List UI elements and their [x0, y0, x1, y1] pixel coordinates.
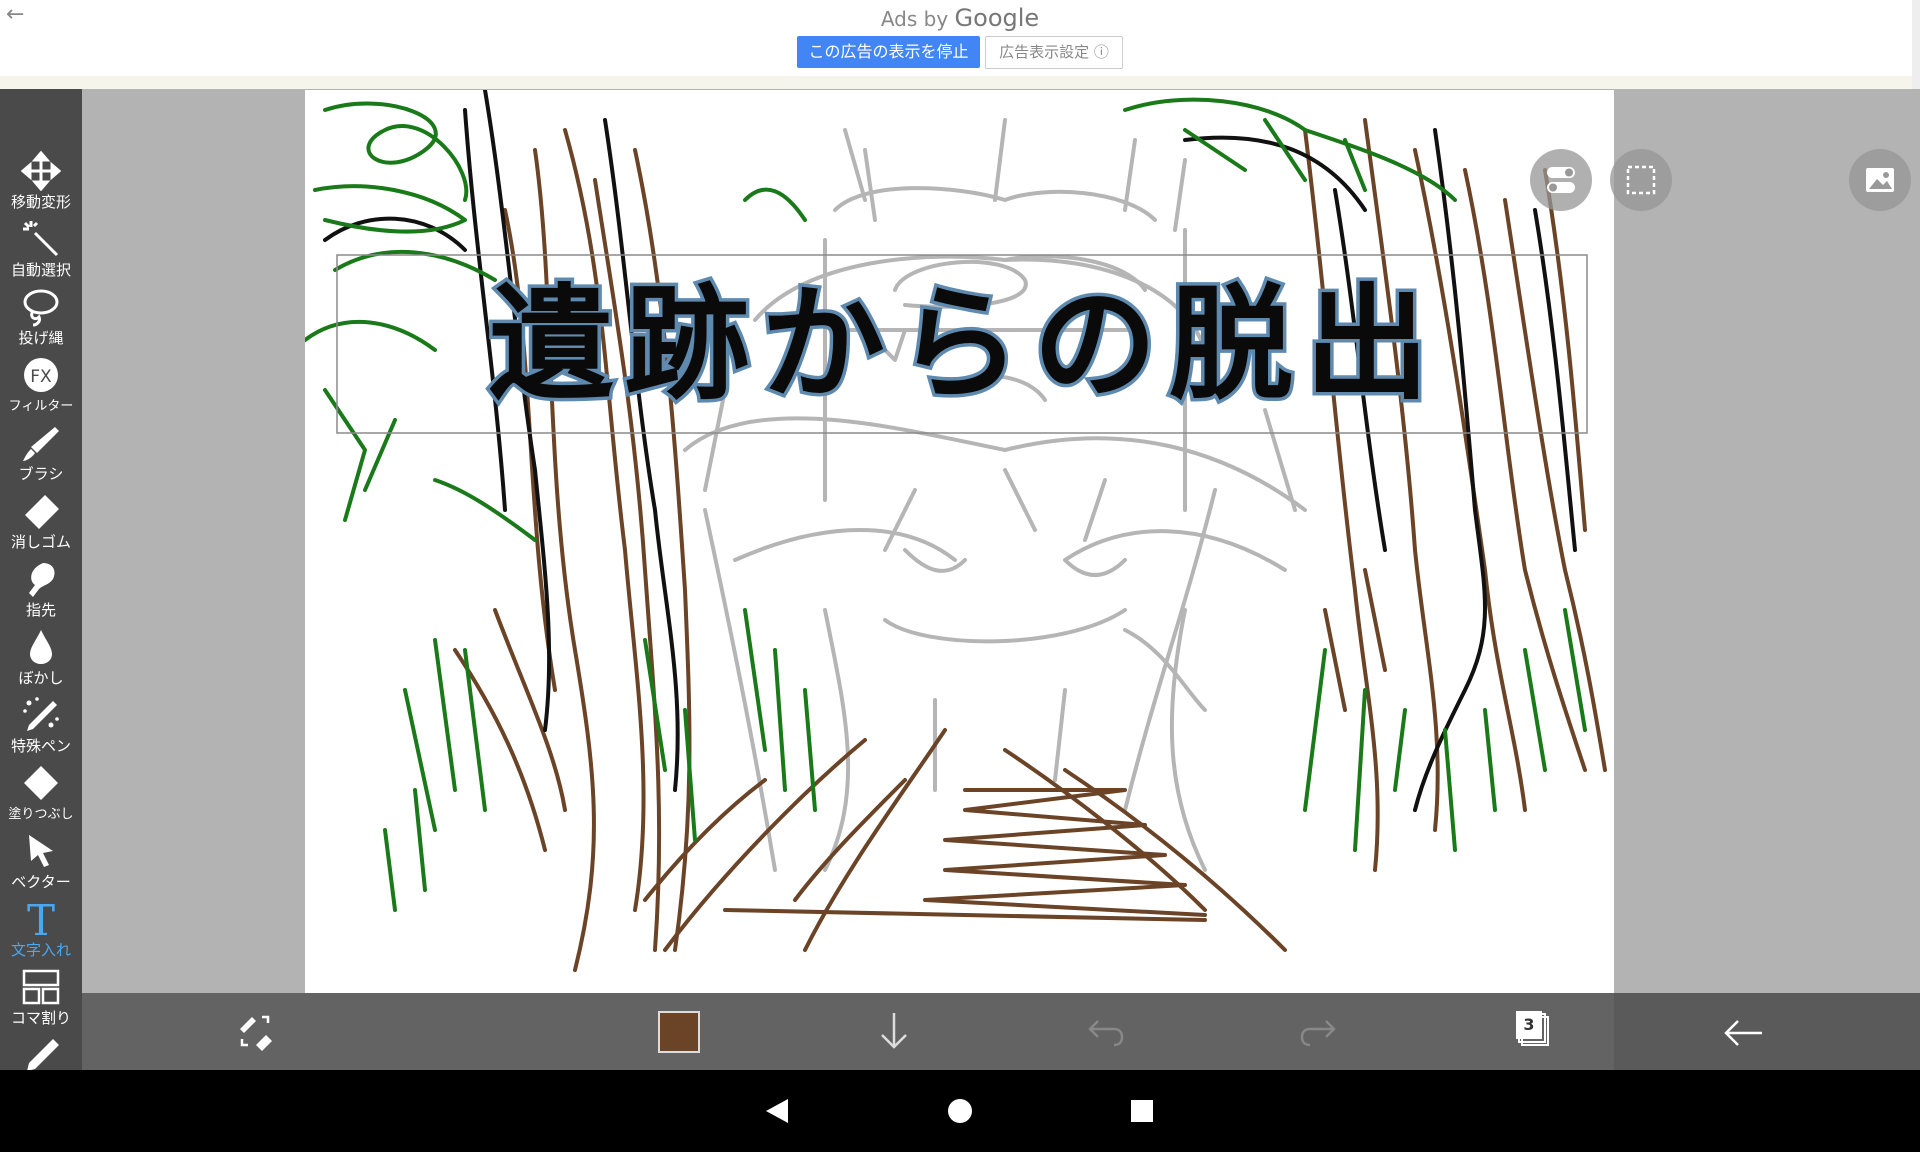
right-back-panel [1614, 993, 1920, 1070]
green-strokes [305, 97, 1587, 912]
special-pen-icon [23, 697, 59, 731]
tool-eyedropper[interactable] [0, 1029, 82, 1070]
eyedropper-icon [27, 1039, 59, 1070]
dashed-selection-icon [1626, 165, 1656, 195]
svg-text:T: T [27, 899, 55, 939]
arrow-down-icon [881, 1013, 907, 1049]
stop-ad-button[interactable]: この広告の表示を停止 [797, 36, 980, 68]
image-reference-button[interactable] [1849, 149, 1911, 211]
tool-label: 消しゴム [10, 533, 71, 551]
tool-label: ベクター [11, 873, 71, 891]
redo-button[interactable] [1288, 993, 1348, 1070]
current-color-swatch[interactable] [658, 1011, 700, 1053]
blur-drop-icon [30, 630, 52, 664]
svg-text:FX: FX [30, 367, 52, 387]
tool-special-pen[interactable]: 特殊ペン [0, 689, 82, 757]
tool-fill[interactable]: 塗りつぶし [0, 757, 82, 825]
canvas-title-text[interactable]: 遺跡からの脱出 [365, 270, 1565, 421]
tool-label: 投げ縄 [18, 329, 64, 347]
fill-bucket-icon [24, 766, 58, 800]
toggle-icon [1547, 167, 1575, 193]
tool-label: 移動変形 [10, 193, 71, 211]
nav-home-icon[interactable] [947, 1098, 973, 1124]
drawing-canvas[interactable]: 遺跡からの脱出 [305, 90, 1614, 993]
ads-by-google: Ads by Google [0, 4, 1920, 32]
tool-blur[interactable]: ぼかし [0, 621, 82, 689]
tool-vector[interactable]: ベクター [0, 825, 82, 893]
tool-label: 自動選択 [10, 261, 71, 279]
finger-smudge-icon [29, 563, 55, 597]
arrow-left-icon [1724, 1020, 1762, 1046]
ads-by-label: Ads by [880, 7, 949, 31]
tool-panel-layout[interactable]: コマ割り [0, 961, 82, 1029]
tool-text[interactable]: T 文字入れ [0, 893, 82, 961]
tool-brush[interactable]: ブラシ [0, 417, 82, 485]
black-strokes [323, 90, 1577, 812]
tool-label: 特殊ペン [10, 737, 71, 755]
eraser-icon [25, 495, 59, 529]
nav-back-icon[interactable] [762, 1096, 792, 1126]
brown-strokes [453, 118, 1607, 972]
back-button[interactable] [1714, 1003, 1774, 1063]
vector-cursor-icon [29, 835, 53, 867]
fx-filter-icon: FX [24, 358, 58, 392]
bottom-toolbar: 3 [82, 993, 1614, 1070]
tool-label: 文字入れ [10, 941, 71, 959]
tool-label: 指先 [25, 601, 56, 619]
brush-icon [23, 427, 59, 461]
ad-divider [0, 76, 1920, 89]
selection-frame-button[interactable] [1610, 149, 1672, 211]
tool-move-transform[interactable]: 移動変形 [0, 145, 82, 213]
text-tool-icon: T [27, 899, 55, 939]
tool-label: ブラシ [18, 465, 64, 483]
swap-pen-eraser-button[interactable] [226, 993, 286, 1070]
google-label: Google [954, 4, 1040, 32]
tool-label: ぼかし [18, 669, 64, 687]
tool-filter[interactable]: FX フィルター [0, 349, 82, 417]
panel-layout-icon [22, 969, 60, 1005]
ad-banner: ← Ads by Google この広告の表示を停止 広告表示設定 ⓘ [0, 0, 1920, 89]
lasso-icon [23, 289, 59, 327]
tool-label: 塗りつぶし [8, 807, 74, 822]
layers-button[interactable]: 3 [1502, 993, 1562, 1070]
image-icon [1866, 168, 1894, 192]
magic-wand-icon [23, 221, 59, 257]
redo-icon [1300, 1020, 1336, 1047]
left-toolbar: 移動変形 自動選択 投げ縄 FX フィルター ブラシ 消しゴム 指先 ぼかし 特… [0, 89, 82, 1070]
layer-count: 3 [1523, 1015, 1535, 1034]
nav-recents-icon[interactable] [1129, 1098, 1155, 1124]
undo-button[interactable] [1076, 993, 1136, 1070]
toggle-settings-button[interactable] [1530, 149, 1592, 211]
tool-finger[interactable]: 指先 [0, 553, 82, 621]
pen-eraser-swap-icon [240, 1015, 272, 1051]
ad-settings-button[interactable]: 広告表示設定 ⓘ [985, 36, 1123, 69]
tool-auto-select[interactable]: 自動選択 [0, 213, 82, 281]
tool-label: フィルター [8, 399, 74, 414]
gray-sketch [683, 118, 1307, 872]
android-nav-bar [0, 1070, 1920, 1152]
download-button[interactable] [864, 993, 924, 1070]
tool-label: コマ割り [10, 1009, 71, 1027]
move-transform-icon [21, 151, 61, 191]
tool-eraser[interactable]: 消しゴム [0, 485, 82, 553]
tool-lasso[interactable]: 投げ縄 [0, 281, 82, 349]
undo-icon [1088, 1020, 1124, 1047]
canvas-drawing [305, 90, 1607, 972]
ad-scrollbar[interactable] [1912, 0, 1920, 89]
